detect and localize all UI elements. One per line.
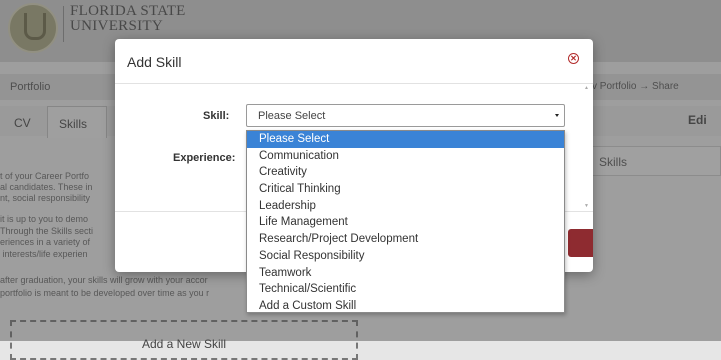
skill-option[interactable]: Critical Thinking [247,181,564,198]
skill-option[interactable]: Communication [247,148,564,165]
skill-dropdown-list: Please Select Communication Creativity C… [246,130,565,313]
skill-option[interactable]: Social Responsibility [247,248,564,265]
skill-option[interactable]: Life Management [247,214,564,231]
experience-label: Experience: [173,152,236,164]
modal-title: Add Skill [127,54,182,70]
modal-header-divider [115,83,593,84]
skill-option[interactable]: Please Select [247,131,564,148]
skill-select[interactable]: Please Select [246,104,565,127]
skill-label: Skill: [203,110,230,122]
skill-option[interactable]: Teamwork [247,265,564,282]
caret-down-icon [555,114,559,117]
skill-option[interactable]: Research/Project Development [247,231,564,248]
skill-select-value: Please Select [258,110,326,122]
skill-option[interactable]: Add a Custom Skill [247,298,564,315]
skill-option[interactable]: Creativity [247,164,564,181]
modal-scrollbar[interactable] [584,85,590,209]
skill-option[interactable]: Technical/Scientific [247,281,564,298]
skill-option[interactable]: Leadership [247,198,564,215]
save-button[interactable] [568,229,593,257]
close-icon[interactable]: ✕ [568,53,579,64]
